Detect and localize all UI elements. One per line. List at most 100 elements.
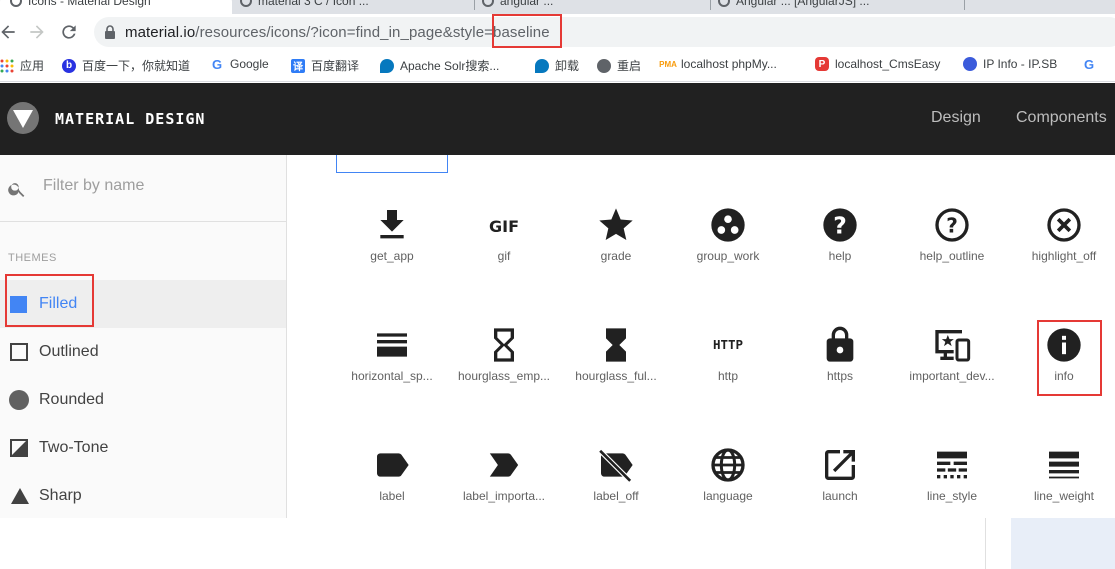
icon-cell-label-off[interactable]: label_off: [560, 445, 672, 518]
icon-cell-group-work[interactable]: group_work: [672, 205, 784, 285]
bookmark-label: IP Info - IP.SB: [983, 57, 1058, 71]
filter-input[interactable]: [43, 177, 273, 195]
tab-favicon-icon: [482, 0, 494, 7]
p-icon: P: [815, 57, 829, 71]
filled-highlight-annotation: [5, 274, 94, 327]
icon-cell-language[interactable]: language: [672, 445, 784, 518]
lock-icon: [826, 326, 854, 362]
icon-grid: get_app GIF gif grade group_work ? help …: [288, 155, 1115, 518]
icon-name: label: [379, 489, 405, 503]
outlined-swatch-icon: [10, 343, 28, 361]
theme-sharp[interactable]: Sharp: [0, 472, 286, 520]
icon-name: important_dev...: [909, 369, 995, 383]
translate-icon: 译: [291, 58, 305, 73]
tab-title: material 3 C / Icon ...: [258, 0, 369, 8]
bookmark-uninstall[interactable]: 卸载: [535, 57, 579, 74]
icon-cell-https[interactable]: https: [784, 325, 896, 405]
bookmark-google[interactable]: G Google: [210, 57, 269, 72]
tab-favicon-icon: [240, 0, 252, 7]
icon-name: get_app: [370, 249, 414, 263]
icon-cell-hourglass-empty[interactable]: hourglass_emp...: [448, 325, 560, 405]
icon-cell-get-app[interactable]: get_app: [336, 205, 448, 285]
icon-name: language: [703, 489, 753, 503]
bookmark-cmseasy[interactable]: Plocalhost_CmsEasy: [815, 57, 940, 71]
icon-cell-line-weight[interactable]: line_weight: [1008, 445, 1115, 518]
bookmark-label: 百度一下，你就知道: [82, 59, 191, 73]
svg-text:HTTP: HTTP: [713, 337, 743, 352]
icon-cell-gif[interactable]: GIF gif: [448, 205, 560, 285]
icon-name: gif: [497, 249, 511, 263]
highlight-off-icon: [1047, 208, 1081, 242]
bookmark-ipinfo[interactable]: IP Info - IP.SB: [963, 57, 1057, 71]
svg-text:?: ?: [833, 211, 847, 239]
line-weight-icon: [1049, 451, 1079, 479]
icon-name: group_work: [696, 249, 760, 263]
icon-cell-horizontal-split[interactable]: horizontal_sp...: [336, 325, 448, 405]
tab-favicon-icon: [10, 0, 22, 7]
icon-cell-help-outline[interactable]: ? help_outline: [896, 205, 1008, 285]
important-devices-icon: [935, 330, 971, 362]
url-path: /resources/icons/?icon=find_in_page&styl…: [195, 24, 494, 41]
bookmark-label: 卸载: [555, 59, 580, 73]
material-logo-icon[interactable]: [7, 102, 39, 134]
bookmark-solr[interactable]: Apache Solr搜索...: [380, 57, 499, 74]
tab-separator: [964, 0, 965, 10]
tab-favicon-icon: [718, 0, 730, 7]
icon-cell-highlight-off[interactable]: highlight_off: [1008, 205, 1115, 285]
theme-label: Outlined: [39, 343, 99, 360]
icon-cell-label-important[interactable]: label_importa...: [448, 445, 560, 518]
two-tone-swatch-icon: [10, 439, 28, 457]
browser-tab-active[interactable]: Icons - Material Design: [0, 0, 232, 14]
icon-name: hourglass_emp...: [457, 369, 551, 383]
icon-name: horizontal_sp...: [351, 369, 433, 383]
address-bar[interactable]: material.io/resources/icons/?icon=find_i…: [94, 17, 1115, 47]
icon-cell-important-devices[interactable]: important_dev...: [896, 325, 1008, 405]
icon-cell-help[interactable]: ? help: [784, 205, 896, 285]
hourglass-empty-icon: [494, 328, 514, 362]
icon-name: launch: [822, 489, 858, 503]
icon-cell-line-style[interactable]: line_style: [896, 445, 1008, 518]
reload-icon[interactable]: [59, 22, 79, 42]
filter-bar: [0, 155, 286, 222]
nav-components[interactable]: Components: [1016, 109, 1107, 127]
bookmark-translate[interactable]: 译百度翻译: [291, 57, 359, 74]
theme-rounded[interactable]: Rounded: [0, 376, 286, 424]
bookmark-apps[interactable]: 应用: [0, 57, 44, 74]
icon-cell-launch[interactable]: launch: [784, 445, 896, 518]
bookmark-restart[interactable]: 重启: [597, 57, 641, 74]
selected-icon-card[interactable]: [336, 155, 448, 173]
theme-outlined[interactable]: Outlined: [0, 328, 286, 376]
icon-cell-grade[interactable]: grade: [560, 205, 672, 285]
bookmark-google-2[interactable]: G: [1082, 57, 1102, 72]
site-title[interactable]: MATERIAL DESIGN: [55, 110, 205, 128]
help-icon: ?: [823, 208, 857, 242]
icon-cell-label[interactable]: label: [336, 445, 448, 518]
browser-tab[interactable]: angular ...: [482, 0, 553, 14]
forward-icon[interactable]: [27, 22, 47, 42]
line-style-icon: [937, 451, 967, 479]
phpmyadmin-icon: PMA: [659, 59, 677, 69]
browser-tab[interactable]: material 3 C / Icon ...: [240, 0, 369, 14]
drupal-icon: [535, 58, 549, 73]
bookmarks-bar: 应用 b 百度一下，你就知道 G Google 译百度翻译 Apache Solr搜…: [0, 50, 1115, 82]
nav-design[interactable]: Design: [931, 109, 981, 127]
bookmark-phpmyadmin[interactable]: PMA localhost phpMy...: [659, 57, 777, 71]
gif-icon: GIF: [489, 217, 519, 236]
hourglass-full-icon: [606, 328, 626, 362]
bookmark-baidu[interactable]: b 百度一下，你就知道: [62, 57, 190, 74]
horizontal-split-icon: [377, 333, 407, 357]
http-icon: HTTP: [713, 337, 743, 352]
tab-separator: [474, 0, 475, 10]
globe-icon: [597, 58, 611, 73]
back-icon[interactable]: [0, 22, 18, 42]
icon-cell-hourglass-full[interactable]: hourglass_ful...: [560, 325, 672, 405]
globe-icon: [711, 448, 745, 482]
rounded-swatch-icon: [9, 390, 29, 410]
bookmark-label: 应用: [20, 59, 45, 73]
icon-cell-http[interactable]: HTTP http: [672, 325, 784, 405]
url-host: material.io: [125, 24, 196, 41]
theme-two-tone[interactable]: Two-Tone: [0, 424, 286, 472]
tab-strip: Icons - Material Design material 3 C / I…: [0, 0, 1115, 14]
browser-tab[interactable]: Angular ... [AngularJS] ...: [718, 0, 869, 14]
side-panel-edge: [1011, 518, 1115, 569]
